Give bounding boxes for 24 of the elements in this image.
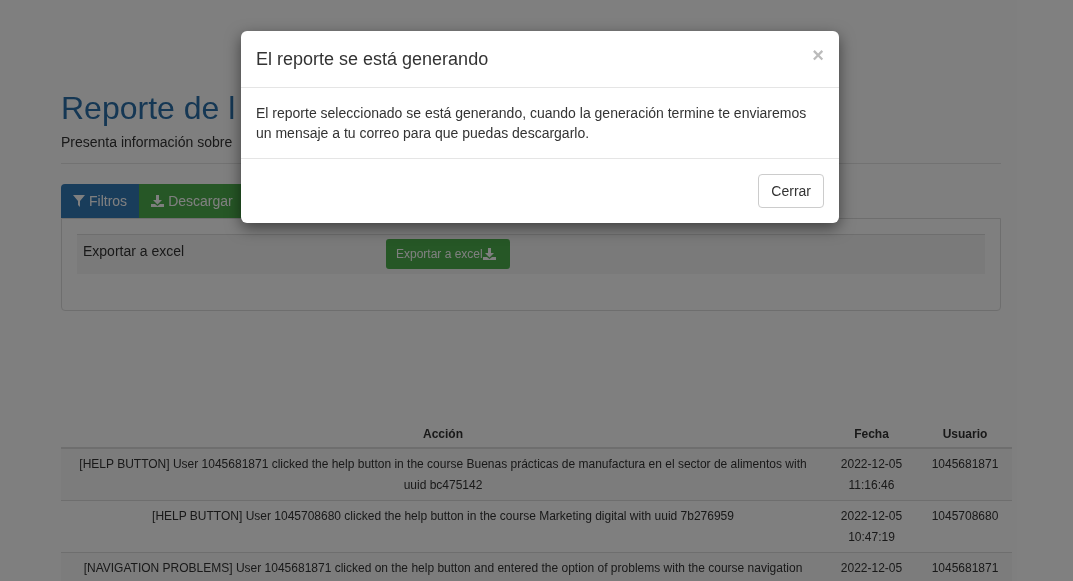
table-cell: 1045681871 (918, 552, 1012, 581)
modal-message: El reporte seleccionado se está generando, cuando la generación termine te enviaremos un mensaje a tu correo para que puedas descargarlo. (256, 104, 808, 143)
table-cell: [HELP BUTTON] User 1045708680 clicked the help button in the course Marketing digital with uuid 7b276959 (61, 500, 825, 553)
tab[interactable]: Filtros (61, 184, 140, 218)
page-title: Reporte de l (61, 89, 236, 128)
column-header: Acción (61, 421, 825, 448)
download-icon (482, 248, 496, 260)
column-header: Fecha (825, 421, 918, 448)
download-icon (151, 195, 165, 207)
column-header: Usuario (918, 421, 1012, 448)
table-cell: 2022-12-05 (825, 552, 918, 581)
table-cell: 2022-12-05 10:47:19 (825, 500, 918, 553)
table-cell: 1045681871 (918, 448, 1012, 501)
filter-icon (73, 195, 85, 207)
close-button[interactable]: × (812, 45, 824, 65)
close-dialog-button[interactable]: Cerrar (758, 174, 824, 208)
modal-title: El reporte se está generando (256, 47, 489, 71)
table-cell: 1045708680 (918, 500, 1012, 553)
export-label: Exportar a excel (83, 242, 186, 261)
export-button[interactable]: Exportar a excel (386, 239, 510, 269)
table-cell: [NAVIGATION PROBLEMS] User 1045681871 clicked on the help button and entered the option of problems with the course navigation (61, 552, 825, 581)
table-cell: [HELP BUTTON] User 1045681871 clicked the help button in the course Buenas prácticas de manufactura en el sector de alimentos with uuid bc475142 (61, 448, 825, 501)
table-cell: 2022-12-05 11:16:46 (825, 448, 918, 501)
page-subtitle: Presenta información sobre (61, 133, 233, 152)
